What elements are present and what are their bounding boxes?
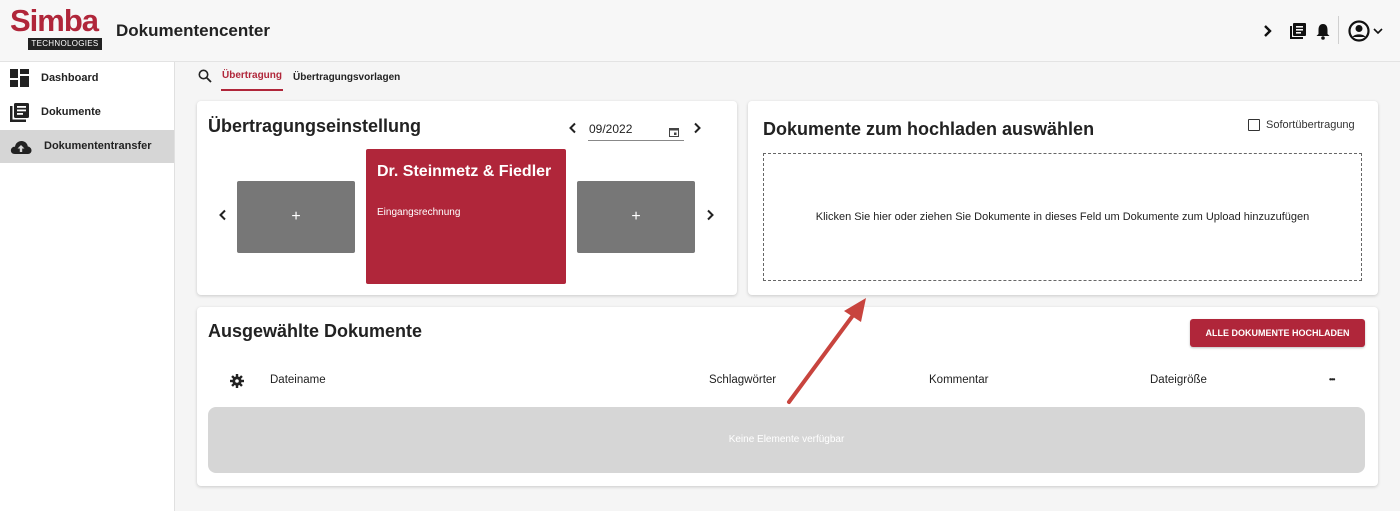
selected-documents-title: Ausgewählte Dokumente (208, 321, 423, 341)
carousel-next-button[interactable] (705, 208, 715, 224)
selected-template-tile[interactable]: Dr. Steinmetz & Fiedler Eingangsrechnung (366, 149, 566, 284)
add-label: + (291, 208, 301, 225)
cloud-upload-icon (10, 137, 32, 157)
previous-month-button[interactable] (568, 121, 578, 137)
sidebar-item-dashboard[interactable]: Dashboard (0, 62, 174, 95)
file-dropzone[interactable]: Klicken Sie hier oder ziehen Sie Dokumen… (763, 153, 1362, 281)
dashboard-icon (10, 69, 30, 89)
document-icon (10, 103, 30, 123)
column-header-keywords[interactable]: Schlagwörter (709, 374, 776, 386)
add-template-tile-right[interactable]: + (577, 181, 695, 253)
sidebar-item-label: Dashboard (41, 72, 99, 84)
sidebar-item-label: Dokumententransfer (44, 140, 152, 152)
empty-table-placeholder: Keine Elemente verfügbar (208, 407, 1365, 473)
account-icon[interactable] (1348, 20, 1370, 42)
upload-card-title: Dokumente zum hochladen auswählen (763, 119, 1095, 139)
sidebar-item-label: Dokumente (41, 106, 101, 118)
chevron-right-icon[interactable] (1262, 22, 1274, 40)
upload-all-button[interactable]: ALLE DOKUMENTE HOCHLADEN (1190, 319, 1365, 347)
app-title: Dokumentencenter (116, 21, 270, 40)
search-icon[interactable] (198, 69, 212, 83)
bell-icon[interactable] (1315, 22, 1331, 40)
logo-text: Simba (10, 3, 99, 38)
add-template-tile-left[interactable]: + (237, 181, 355, 253)
active-tab-indicator (221, 89, 283, 91)
chevron-down-icon[interactable] (1372, 22, 1384, 40)
instant-transfer-checkbox[interactable] (1248, 119, 1260, 131)
tab-uebertragung[interactable]: Übertragung (222, 70, 282, 81)
column-header-filesize[interactable]: Dateigröße (1150, 374, 1207, 386)
month-value: 09/2022 (589, 122, 633, 136)
column-header-filename[interactable]: Dateiname (270, 374, 326, 386)
app-header: Simba TECHNOLOGIES Dokumentencenter (0, 0, 1400, 62)
month-input[interactable]: 09/2022 (588, 119, 684, 141)
tab-uebertragungsvorlagen[interactable]: Übertragungsvorlagen (293, 72, 400, 83)
instant-transfer-label[interactable]: Sofortübertragung (1266, 119, 1355, 131)
simba-logo[interactable]: Simba TECHNOLOGIES (10, 3, 102, 52)
template-subtitle: Eingangsrechnung (377, 207, 461, 218)
sidebar: Dashboard Dokumente Dokumententransfer (0, 62, 175, 511)
carousel-prev-button[interactable] (218, 208, 228, 224)
sidebar-item-dokumente[interactable]: Dokumente (0, 96, 174, 129)
more-options-icon[interactable]: ••• (1329, 375, 1335, 384)
document-list-icon[interactable] (1288, 22, 1306, 40)
dropzone-text: Klicken Sie hier oder ziehen Sie Dokumen… (815, 211, 1310, 223)
column-header-comment[interactable]: Kommentar (929, 374, 988, 386)
calendar-icon[interactable] (669, 124, 679, 137)
gear-icon[interactable] (230, 374, 244, 388)
empty-table-text: Keine Elemente verfügbar (728, 434, 845, 445)
sidebar-item-dokumententransfer[interactable]: Dokumententransfer (0, 130, 174, 163)
transfer-settings-title: Übertragungseinstellung (208, 116, 422, 136)
logo-subtitle: TECHNOLOGIES (28, 38, 102, 50)
header-divider (1338, 16, 1339, 44)
template-name: Dr. Steinmetz & Fiedler (377, 163, 552, 180)
add-label: + (631, 208, 641, 225)
next-month-button[interactable] (692, 121, 702, 137)
